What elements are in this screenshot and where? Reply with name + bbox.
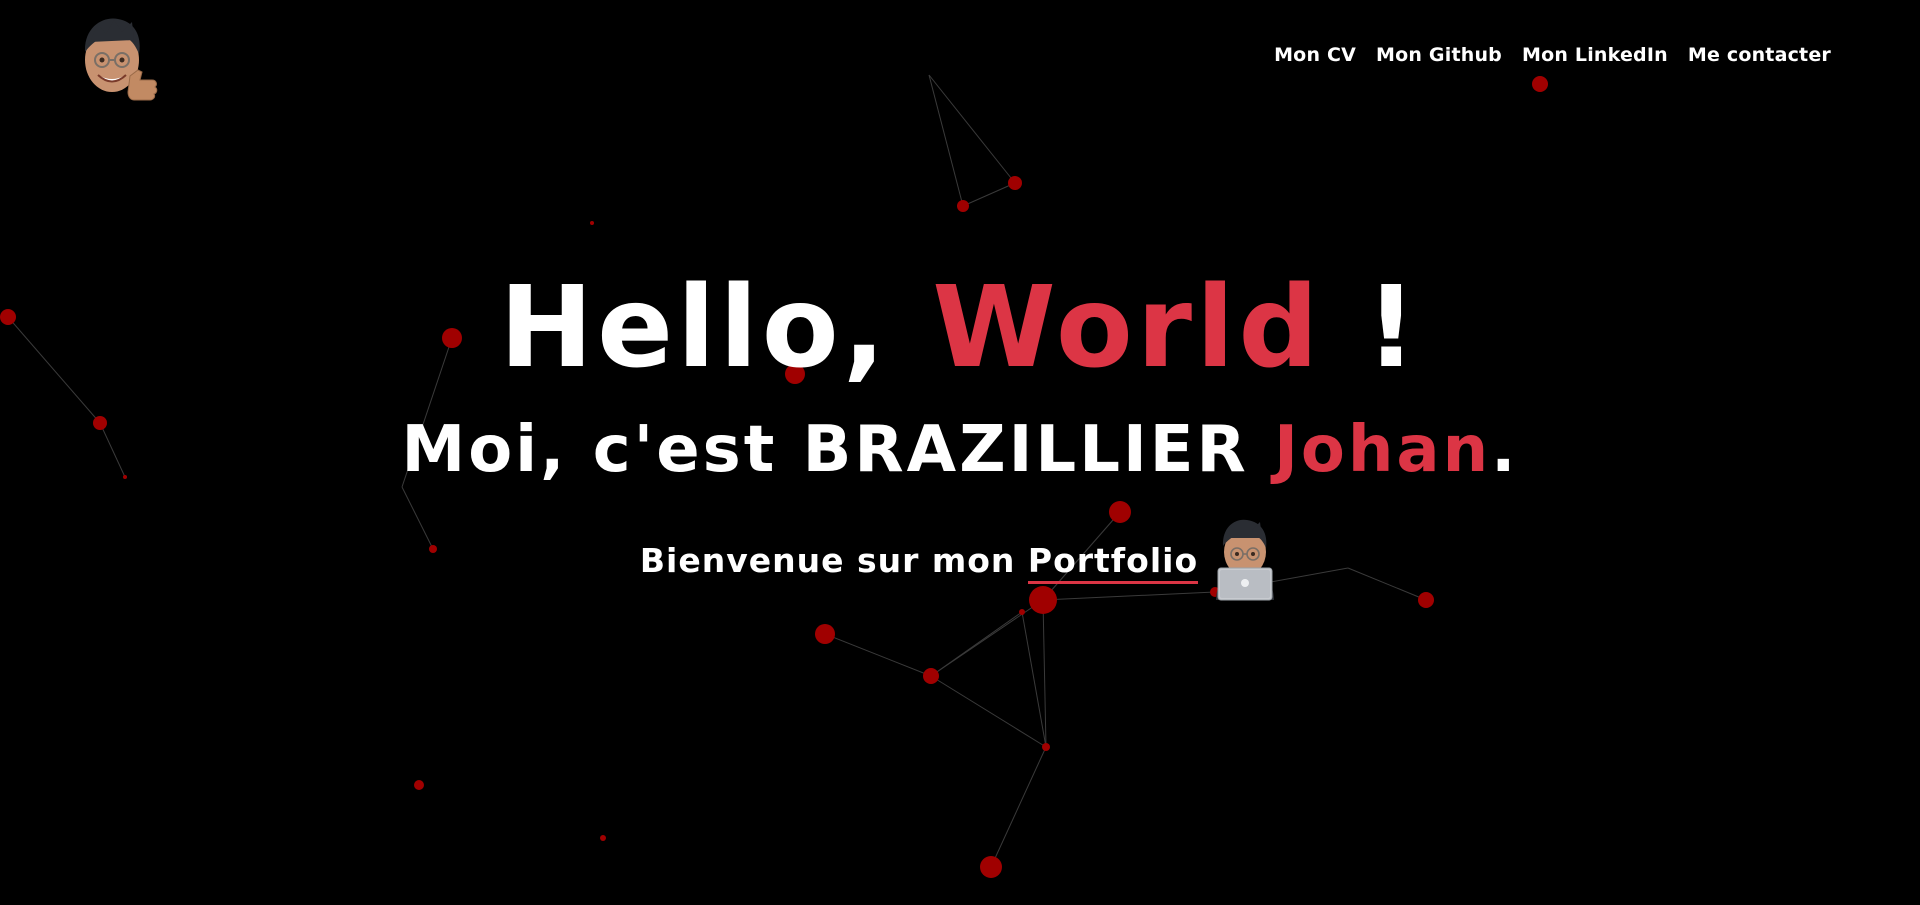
portfolio-link[interactable]: Portfolio: [1027, 541, 1199, 584]
welcome-prefix: Bienvenue sur mon: [639, 541, 1028, 580]
intro-accent: Johan: [1274, 413, 1492, 487]
particle-dot: [923, 668, 939, 684]
particle-link: [930, 675, 1047, 748]
particle-link: [1021, 611, 1047, 748]
memoji-laptop-icon: [1216, 519, 1275, 601]
particle-link: [928, 74, 1016, 184]
particle-dot: [1532, 76, 1548, 92]
greeting-prefix: Hello,: [499, 263, 933, 393]
particle-dot: [414, 780, 424, 790]
particle-link: [1042, 599, 1047, 748]
particle-dot: [1019, 609, 1025, 615]
particle-dot: [590, 221, 594, 225]
particle-dot: [1008, 176, 1022, 190]
hero-welcome: Bienvenue sur mon Portfolio: [0, 516, 1920, 602]
nav-item-linkedin[interactable]: Mon LinkedIn: [1522, 44, 1668, 66]
nav-item-contact[interactable]: Me contacter: [1688, 44, 1831, 66]
particle-link: [824, 633, 932, 677]
nav-item-github[interactable]: Mon Github: [1376, 44, 1502, 66]
particle-link: [962, 182, 1016, 207]
top-nav: Mon CV Mon Github Mon LinkedIn Me contac…: [1274, 44, 1831, 66]
particle-dot: [1042, 743, 1050, 751]
intro-suffix: .: [1491, 413, 1519, 487]
nav-item-cv[interactable]: Mon CV: [1274, 44, 1356, 66]
particle-dot: [957, 200, 969, 212]
memoji-thumbs-up-icon[interactable]: [76, 12, 160, 104]
particle-link: [990, 746, 1047, 868]
particle-dot: [980, 856, 1002, 878]
hero-greeting: Hello, World !: [0, 258, 1920, 398]
particle-dot: [815, 624, 835, 644]
hero-intro: Moi, c'est BRAZILLIER Johan.: [0, 410, 1920, 490]
intro-prefix: Moi, c'est BRAZILLIER: [401, 413, 1275, 487]
greeting-accent: World: [932, 263, 1323, 393]
particle-dot: [600, 835, 606, 841]
particle-link: [928, 74, 964, 207]
page-root: Mon CV Mon Github Mon LinkedIn Me contac…: [0, 0, 1920, 905]
greeting-suffix: !: [1322, 263, 1421, 393]
